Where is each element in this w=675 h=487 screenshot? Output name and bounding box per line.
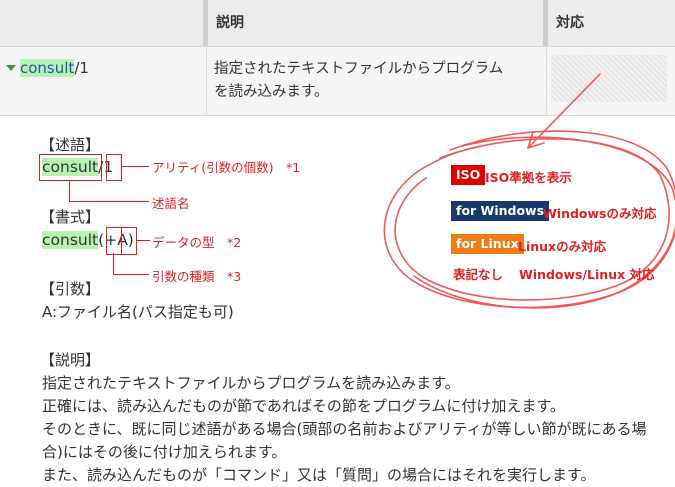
linux-legend-text: Linuxのみ対応 — [518, 239, 607, 254]
pointer-arrow — [527, 73, 601, 149]
none-legend-label: 表記なし — [453, 267, 504, 282]
iso-badge: ISO — [451, 165, 486, 185]
windows-legend-text: Windowsのみ対応 — [543, 206, 657, 221]
linux-badge: for Linux — [451, 234, 524, 254]
iso-legend-text: ISO準拠を表示 — [485, 170, 572, 185]
none-legend-text: Windows/Linux 対応 — [519, 267, 655, 282]
windows-badge: for Windows — [451, 201, 550, 221]
